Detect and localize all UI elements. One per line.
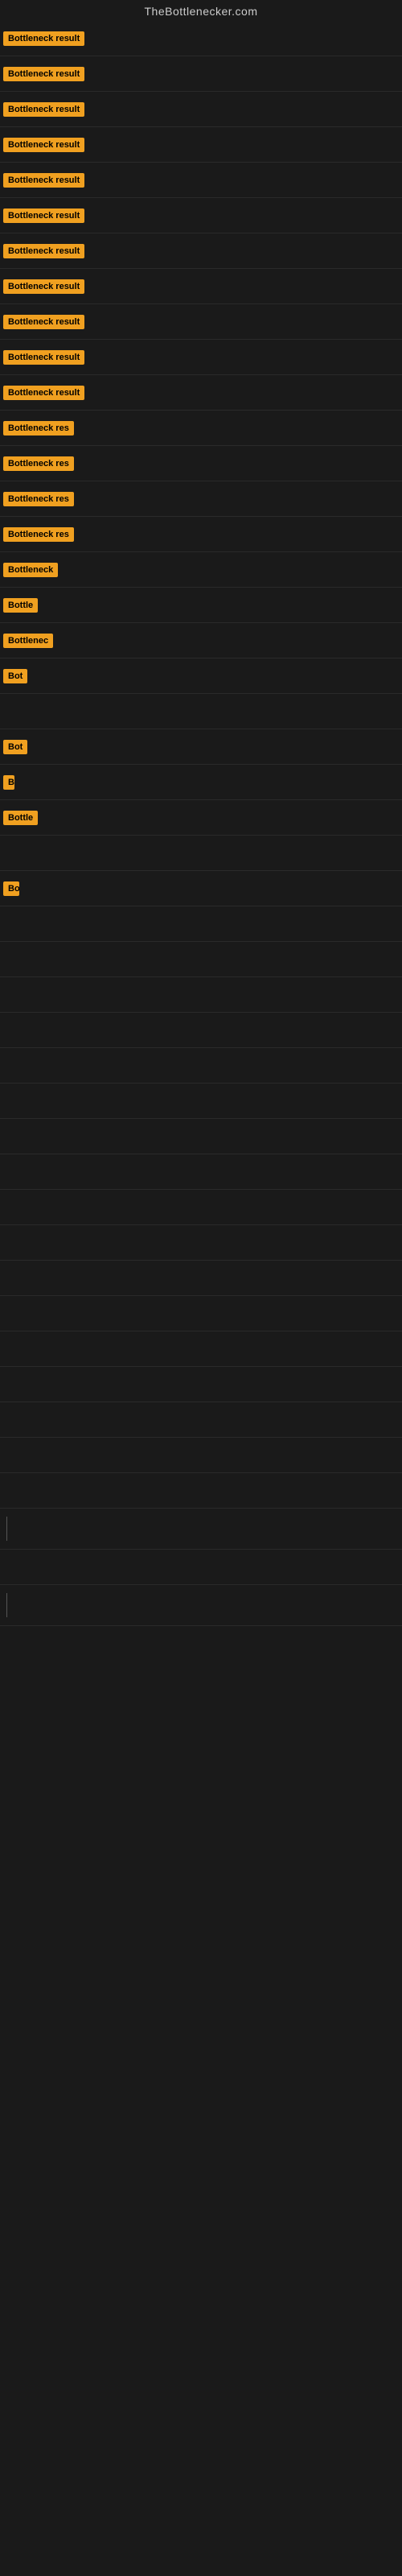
- list-item: Bottleneck: [0, 552, 402, 588]
- list-item: [0, 1585, 402, 1626]
- rows-container: Bottleneck result Bottleneck result Bottle…: [0, 21, 402, 1626]
- list-item: Bottleneck res: [0, 411, 402, 446]
- list-item: [0, 1261, 402, 1296]
- list-item: [0, 1190, 402, 1225]
- list-item: Bottleneck result: [0, 233, 402, 269]
- list-item: Bottleneck result: [0, 340, 402, 375]
- list-item: Bottleneck result: [0, 92, 402, 127]
- list-item: Bottleneck result: [0, 269, 402, 304]
- bottleneck-badge[interactable]: Bottleneck res: [3, 456, 74, 471]
- bottleneck-badge[interactable]: Bottleneck result: [3, 279, 84, 294]
- list-item: [0, 906, 402, 942]
- list-item: [0, 836, 402, 871]
- list-item: Bottleneck res: [0, 517, 402, 552]
- list-item: [0, 1013, 402, 1048]
- list-item: Bot: [0, 729, 402, 765]
- bottleneck-badge[interactable]: Bot: [3, 740, 27, 754]
- bottleneck-badge[interactable]: Bottleneck result: [3, 67, 84, 81]
- list-item: Bottleneck result: [0, 21, 402, 56]
- list-item: [0, 1550, 402, 1585]
- list-item: [0, 1438, 402, 1473]
- list-item: Bottlenec: [0, 623, 402, 658]
- list-item: Bo: [0, 871, 402, 906]
- bottleneck-badge[interactable]: Bottleneck result: [3, 244, 84, 258]
- bottleneck-badge[interactable]: Bottleneck result: [3, 102, 84, 117]
- list-item: Bottleneck result: [0, 163, 402, 198]
- bottleneck-badge[interactable]: B: [3, 775, 14, 790]
- bottleneck-badge[interactable]: Bottleneck: [3, 563, 58, 577]
- list-item: [0, 1331, 402, 1367]
- bottleneck-badge[interactable]: Bottle: [3, 811, 38, 825]
- list-item: [0, 1048, 402, 1084]
- bottleneck-badge[interactable]: Bottleneck result: [3, 350, 84, 365]
- bottleneck-badge[interactable]: Bottleneck result: [3, 173, 84, 188]
- list-item: B: [0, 765, 402, 800]
- list-item: Bot: [0, 658, 402, 694]
- list-item: [0, 977, 402, 1013]
- list-item: Bottle: [0, 800, 402, 836]
- bottleneck-badge[interactable]: Bottleneck res: [3, 421, 74, 436]
- list-item: Bottleneck result: [0, 375, 402, 411]
- bottleneck-badge[interactable]: Bottleneck result: [3, 31, 84, 46]
- site-header: TheBottlenecker.com: [0, 0, 402, 21]
- divider-line: [6, 1517, 7, 1541]
- list-item: Bottleneck result: [0, 198, 402, 233]
- bottleneck-badge[interactable]: Bottleneck result: [3, 208, 84, 223]
- list-item: [0, 1225, 402, 1261]
- bottleneck-badge[interactable]: Bottleneck res: [3, 527, 74, 542]
- list-item: Bottleneck res: [0, 481, 402, 517]
- bottleneck-badge[interactable]: Bottleneck result: [3, 386, 84, 400]
- bottleneck-badge[interactable]: Bottle: [3, 598, 38, 613]
- list-item: [0, 1473, 402, 1509]
- list-item: Bottleneck result: [0, 56, 402, 92]
- list-item: [0, 1402, 402, 1438]
- list-item: [0, 1084, 402, 1119]
- bottleneck-badge[interactable]: Bottlenec: [3, 634, 53, 648]
- site-title: TheBottlenecker.com: [0, 0, 402, 21]
- bottleneck-badge[interactable]: Bo: [3, 881, 19, 896]
- list-item: [0, 942, 402, 977]
- bottleneck-badge[interactable]: Bottleneck result: [3, 315, 84, 329]
- list-item: Bottleneck result: [0, 304, 402, 340]
- list-item: Bottleneck result: [0, 127, 402, 163]
- bottleneck-badge[interactable]: Bottleneck res: [3, 492, 74, 506]
- bottleneck-badge[interactable]: Bottleneck result: [3, 138, 84, 152]
- list-item: [0, 1119, 402, 1154]
- list-item: [0, 1509, 402, 1550]
- list-item: [0, 1367, 402, 1402]
- list-item: [0, 1154, 402, 1190]
- list-item: Bottleneck res: [0, 446, 402, 481]
- list-item: Bottle: [0, 588, 402, 623]
- list-item: [0, 694, 402, 729]
- divider-line: [6, 1593, 7, 1617]
- bottleneck-badge[interactable]: Bot: [3, 669, 27, 683]
- list-item: [0, 1296, 402, 1331]
